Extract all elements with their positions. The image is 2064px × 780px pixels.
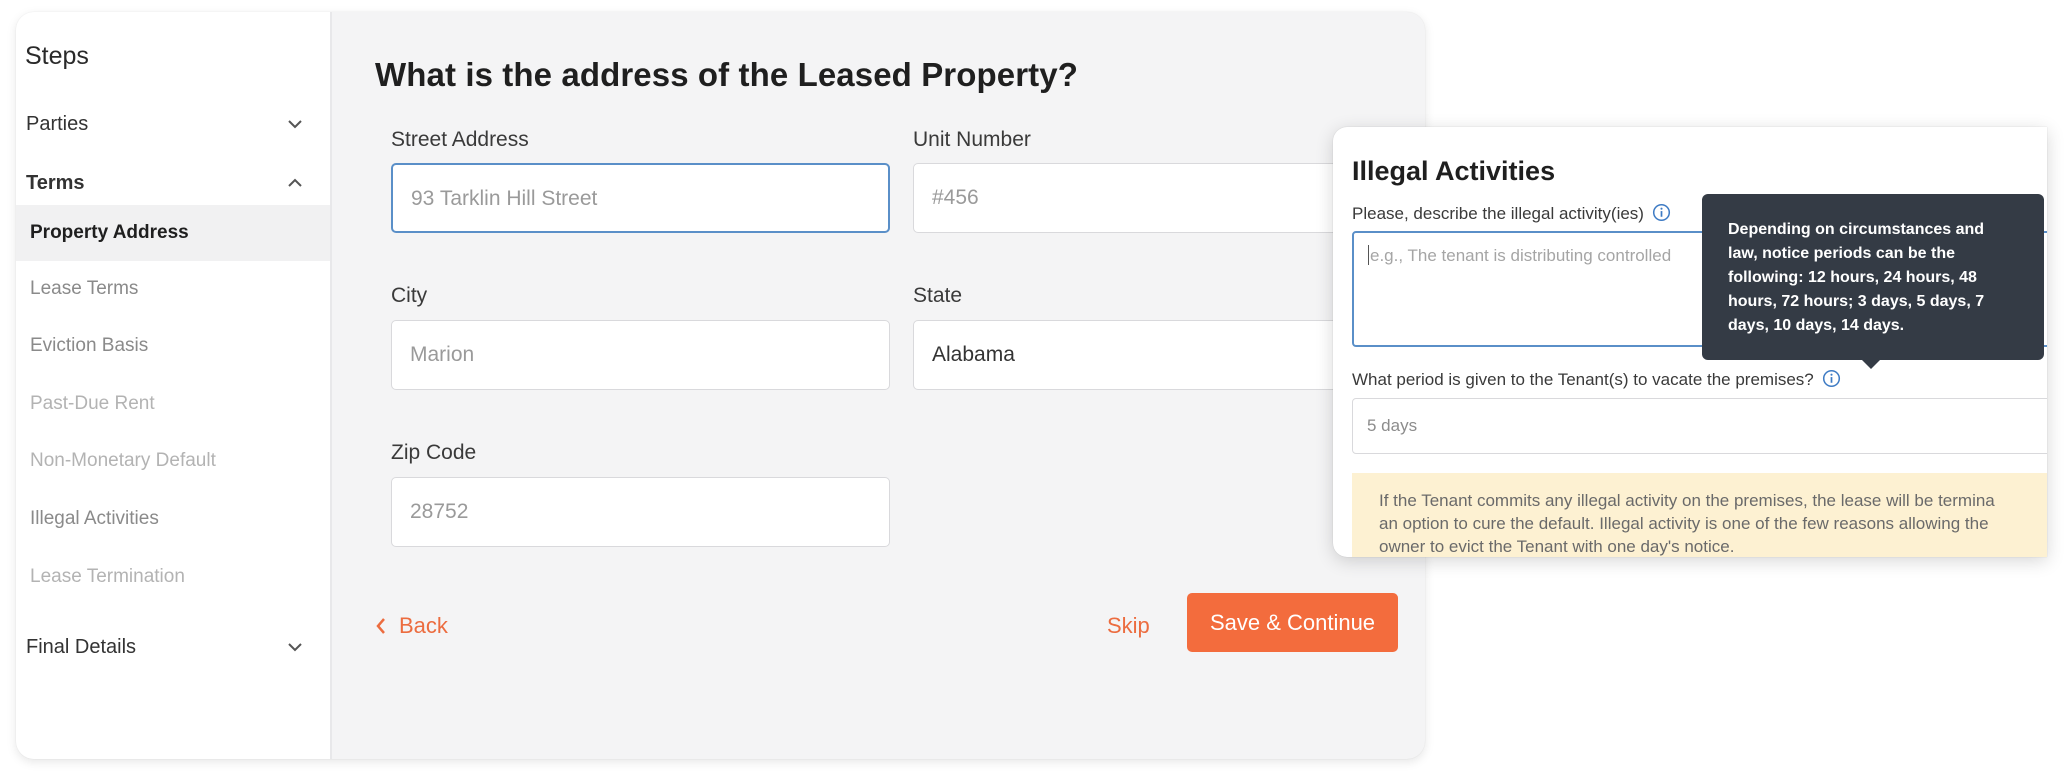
city-input[interactable]: Marion [391, 320, 890, 390]
notice-period-tooltip: Depending on circumstances and law, noti… [1702, 194, 2044, 360]
sidebar-section-terms[interactable]: Terms [16, 155, 330, 211]
describe-activity-placeholder: e.g., The tenant is distributing control… [1370, 246, 1672, 265]
sidebar-item-lease-termination: Lease Termination [16, 549, 330, 605]
sidebar-section-label: Terms [26, 172, 85, 194]
unit-number-label: Unit Number [913, 128, 1031, 151]
sidebar-item-label: Illegal Activities [30, 508, 159, 529]
city-label: City [391, 284, 428, 307]
vacate-period-label-text: What period is given to the Tenant(s) to… [1352, 370, 1814, 389]
sidebar-item-label: Lease Termination [30, 566, 185, 587]
sidebar-section-label: Final Details [26, 636, 137, 658]
sidebar-section-final-details[interactable]: Final Details [16, 619, 330, 675]
sidebar-item-eviction-basis[interactable]: Eviction Basis [16, 318, 330, 374]
sidebar-item-label: Eviction Basis [30, 335, 149, 356]
chevron-down-icon [288, 120, 302, 129]
tooltip-line: Depending on circumstances and [1728, 221, 1985, 238]
sidebar-section-parties[interactable]: Parties [16, 96, 330, 152]
sidebar-item-label: Property Address [30, 222, 189, 243]
sidebar-item-label: Non-Monetary Default [30, 450, 216, 471]
skip-button[interactable]: Skip [1107, 606, 1150, 646]
vacate-period-label: What period is given to the Tenant(s) to… [1352, 369, 1841, 390]
tooltip-line: law, notice periods can be the [1728, 245, 1956, 262]
chevron-down-icon [288, 643, 302, 652]
save-and-continue-button[interactable]: Save & Continue [1187, 593, 1398, 652]
sidebar-section-label: Parties [26, 113, 89, 135]
unit-number-input[interactable]: #456 [913, 163, 1343, 233]
back-button[interactable]: Back [375, 606, 448, 646]
text-caret [1368, 245, 1369, 265]
tooltip-arrow [1862, 360, 1880, 369]
page-title: What is the address of the Leased Proper… [375, 56, 1078, 93]
tooltip-line: following: 12 hours, 24 hours, 48 [1728, 269, 1977, 286]
sidebar-item-past-due-rent: Past-Due Rent [16, 376, 330, 432]
info-note: If the Tenant commits any illegal activi… [1352, 473, 2047, 557]
sidebar-item-label: Past-Due Rent [30, 393, 155, 414]
info-icon[interactable] [1652, 203, 1671, 222]
panel-title: Illegal Activities [1352, 156, 1556, 186]
describe-activity-label-text: Please, describe the illegal activity(ie… [1352, 204, 1644, 223]
state-label: State [913, 284, 963, 307]
sidebar-item-lease-terms[interactable]: Lease Terms [16, 261, 330, 317]
sidebar-item-non-monetary-default: Non-Monetary Default [16, 433, 330, 489]
zip-code-label: Zip Code [391, 441, 477, 464]
back-button-label: Back [399, 613, 448, 638]
vacate-period-input[interactable]: 5 days [1352, 398, 2047, 454]
zip-code-input[interactable]: 28752 [391, 477, 890, 547]
info-note-line: an option to cure the default. Illegal a… [1379, 514, 1989, 533]
sidebar-item-illegal-activities[interactable]: Illegal Activities [16, 491, 330, 547]
info-note-line: If the Tenant commits any illegal activi… [1379, 491, 1995, 510]
info-note-line: owner to evict the Tenant with one day's… [1379, 537, 1735, 556]
tooltip-line: hours, 72 hours; 3 days, 5 days, 7 [1728, 293, 1985, 310]
chevron-left-icon [376, 618, 385, 634]
chevron-up-icon [288, 178, 302, 187]
street-address-label: Street Address [391, 128, 529, 151]
tooltip-line: days, 10 days, 14 days. [1728, 317, 1905, 334]
sidebar-item-label: Lease Terms [30, 278, 139, 299]
street-address-input[interactable]: 93 Tarklin Hill Street [391, 163, 890, 233]
steps-sidebar: Steps Parties Terms Property Address Lea… [16, 12, 332, 759]
sidebar-item-property-address[interactable]: Property Address [16, 205, 330, 261]
describe-activity-label: Please, describe the illegal activity(ie… [1352, 203, 1671, 224]
steps-title: Steps [25, 42, 89, 70]
state-select[interactable]: Alabama [913, 320, 1343, 390]
info-icon[interactable] [1822, 369, 1841, 388]
